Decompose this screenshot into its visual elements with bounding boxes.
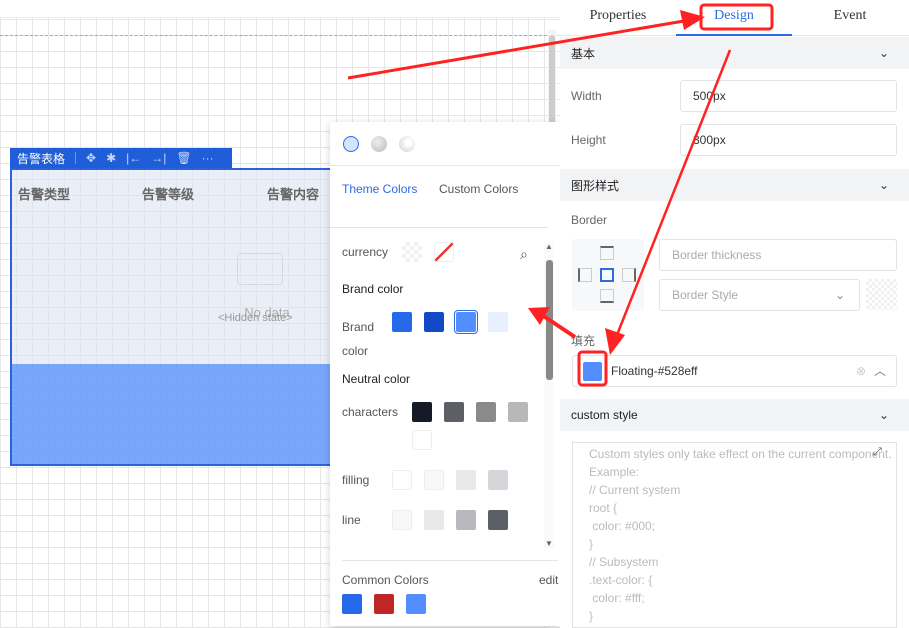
color-swatch[interactable] [392, 470, 412, 490]
alarm-table-component[interactable]: 告警类型 告警等级 告警内容 No data <Hidden state> [10, 168, 332, 466]
section-title: 图形样式 [571, 178, 620, 193]
component-toolbar: 告警表格 ✥ ✱ |← →| 🗑 ··· [10, 148, 232, 168]
component-title: 告警表格 [17, 151, 66, 166]
tab-custom-colors[interactable]: Custom Colors [439, 180, 536, 227]
border-style-select[interactable]: Border Style ⌄ [659, 279, 860, 311]
color-swatch[interactable] [454, 310, 478, 334]
height-label: Height [571, 133, 606, 147]
color-swatch[interactable] [392, 312, 412, 332]
chevron-down-icon: ⌄ [878, 178, 889, 192]
bug-icon[interactable]: ✱ [106, 151, 116, 165]
color-swatch[interactable] [476, 402, 496, 422]
tab-design[interactable]: Design [676, 0, 792, 36]
align-right-icon[interactable]: →| [151, 151, 166, 165]
empty-inbox-icon [237, 253, 283, 285]
currency-label: currency [342, 245, 389, 259]
width-input[interactable]: 500px [680, 80, 897, 112]
brand-label: Brand color [342, 320, 375, 358]
section-title: 基本 [571, 46, 596, 61]
color-swatch[interactable] [456, 510, 476, 530]
color-swatch[interactable] [456, 470, 476, 490]
picker-scrollbar[interactable]: ▲ ▼ [544, 242, 554, 548]
no-color-swatch[interactable] [434, 242, 454, 262]
color-swatch[interactable] [488, 312, 508, 332]
more-icon[interactable]: ··· [202, 151, 214, 165]
color-swatch[interactable] [488, 510, 508, 530]
tab-event[interactable]: Event [792, 0, 908, 36]
image-mode-icon[interactable] [399, 135, 415, 152]
color-swatch[interactable] [406, 594, 426, 614]
section-title: custom style [571, 408, 638, 422]
color-swatch[interactable] [508, 402, 528, 422]
border-style-placeholder: Border Style [672, 288, 739, 302]
fill-color-select[interactable]: Floating-#528eff ⊗ ︿ [572, 355, 897, 387]
edit-link[interactable]: edit [539, 573, 558, 587]
fill-color-value: Floating-#528eff [611, 364, 698, 378]
fill-preview [12, 364, 330, 464]
section-custom-style[interactable]: custom style ⌄ [560, 399, 909, 431]
column-header: 告警内容 [267, 187, 320, 202]
color-swatch[interactable] [374, 594, 394, 614]
line-label: line [342, 513, 361, 527]
column-header: 告警类型 [18, 187, 71, 202]
color-swatch[interactable] [342, 594, 362, 614]
tab-theme-colors[interactable]: Theme Colors [342, 180, 439, 227]
border-thickness-input[interactable]: Border thickness [659, 239, 897, 271]
expand-icon[interactable]: ⤢ [873, 446, 882, 459]
fill-color-swatch[interactable] [583, 362, 602, 381]
border-color-swatch[interactable] [866, 279, 897, 310]
common-colors-label: Common Colors [342, 573, 429, 587]
color-swatch[interactable] [444, 402, 464, 422]
characters-label: characters [342, 405, 399, 419]
search-icon[interactable]: ⌕ [520, 246, 528, 263]
border-label: Border [571, 213, 608, 227]
gradient-mode-icon[interactable] [371, 135, 387, 152]
transparent-swatch[interactable] [402, 242, 422, 262]
solid-mode-icon[interactable] [343, 135, 359, 152]
chevron-up-icon[interactable]: ︿ [874, 356, 886, 386]
hidden-state-label: <Hidden state> [218, 312, 293, 324]
canvas-top-bar [0, 0, 560, 18]
custom-style-editor[interactable]: Custom styles only take effect on the cu… [572, 442, 897, 628]
fill-label: 填充 [571, 334, 596, 348]
column-header: 告警等级 [142, 187, 195, 202]
color-swatch[interactable] [488, 470, 508, 490]
section-shape-style[interactable]: 图形样式 ⌄ [560, 169, 909, 201]
filling-label: filling [342, 473, 370, 487]
width-label: Width [571, 89, 602, 103]
color-swatch[interactable] [392, 510, 412, 530]
color-swatch[interactable] [424, 470, 444, 490]
color-swatch[interactable] [412, 402, 432, 422]
chevron-down-icon: ⌄ [878, 46, 889, 60]
height-input[interactable]: 300px [680, 124, 897, 156]
properties-panel: Properties Design Event 基本 ⌄ Width 500px … [560, 0, 909, 628]
move-icon[interactable]: ✥ [86, 151, 96, 165]
tab-properties[interactable]: Properties [560, 0, 676, 36]
canvas-boundary [0, 35, 552, 36]
delete-icon[interactable]: 🗑 [176, 151, 191, 165]
border-side-selector[interactable] [572, 239, 644, 311]
chevron-down-icon: ⌄ [834, 288, 845, 302]
section-basic[interactable]: 基本 ⌄ [560, 37, 909, 69]
color-swatch[interactable] [424, 312, 444, 332]
neutral-section-title: Neutral color [342, 372, 411, 386]
color-swatch[interactable] [424, 510, 444, 530]
color-swatch[interactable] [412, 430, 432, 450]
color-picker-popup: Theme Colors Custom Colors currency ⌕ Br… [330, 122, 560, 626]
clear-icon[interactable]: ⊗ [856, 356, 866, 386]
chevron-down-icon: ⌄ [878, 408, 889, 422]
brand-section-title: Brand color [342, 282, 404, 296]
align-left-icon[interactable]: |← [126, 151, 141, 165]
